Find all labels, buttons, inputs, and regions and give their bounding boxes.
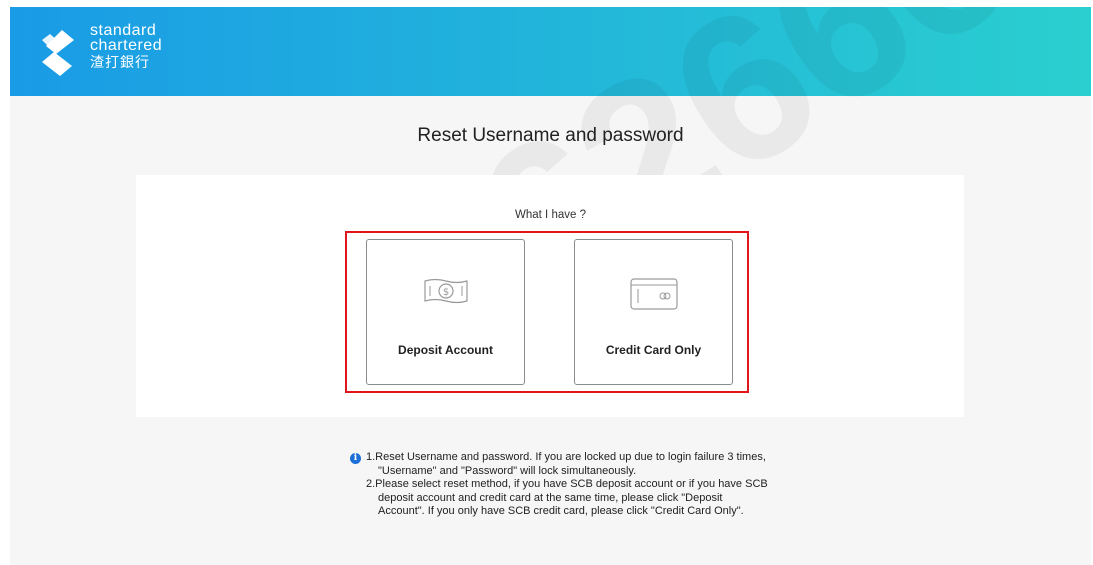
banknote-icon: $ (423, 278, 468, 304)
note-text-2: 2.Please select reset method, if you hav… (366, 478, 768, 517)
header-bar: standard chartered 渣打銀行 (10, 7, 1091, 96)
deposit-account-label: Deposit Account (398, 343, 493, 357)
credit-card-only-option[interactable]: Credit Card Only (574, 239, 733, 385)
note-item-2: 2.Please select reset method, if you hav… (366, 478, 770, 519)
brand-logo[interactable]: standard chartered 渣打銀行 (38, 23, 198, 83)
note-text-1: 1.Reset Username and password. If you ar… (366, 451, 766, 477)
credit-card-only-label: Credit Card Only (605, 343, 702, 357)
brand-name: standard chartered 渣打銀行 (90, 23, 162, 70)
note-item-1: 1.Reset Username and password. If you ar… (366, 451, 770, 478)
selection-prompt: What I have ? (515, 209, 586, 221)
deposit-account-option[interactable]: $ Deposit Account (366, 239, 525, 385)
brand-line-3: 渣打銀行 (90, 54, 150, 70)
page-title: Reset Username and password (417, 125, 684, 146)
info-icon: i (350, 453, 361, 464)
brand-line-1: standard (90, 22, 157, 39)
svg-text:$: $ (442, 287, 448, 298)
brand-line-2: chartered (90, 37, 163, 54)
credit-card-icon (629, 278, 678, 310)
standard-chartered-logo-icon (42, 30, 74, 76)
page: standard chartered 渣打銀行 1626660 Reset Us… (10, 7, 1091, 565)
instructions-note: i 1.Reset Username and password. If you … (350, 451, 770, 519)
